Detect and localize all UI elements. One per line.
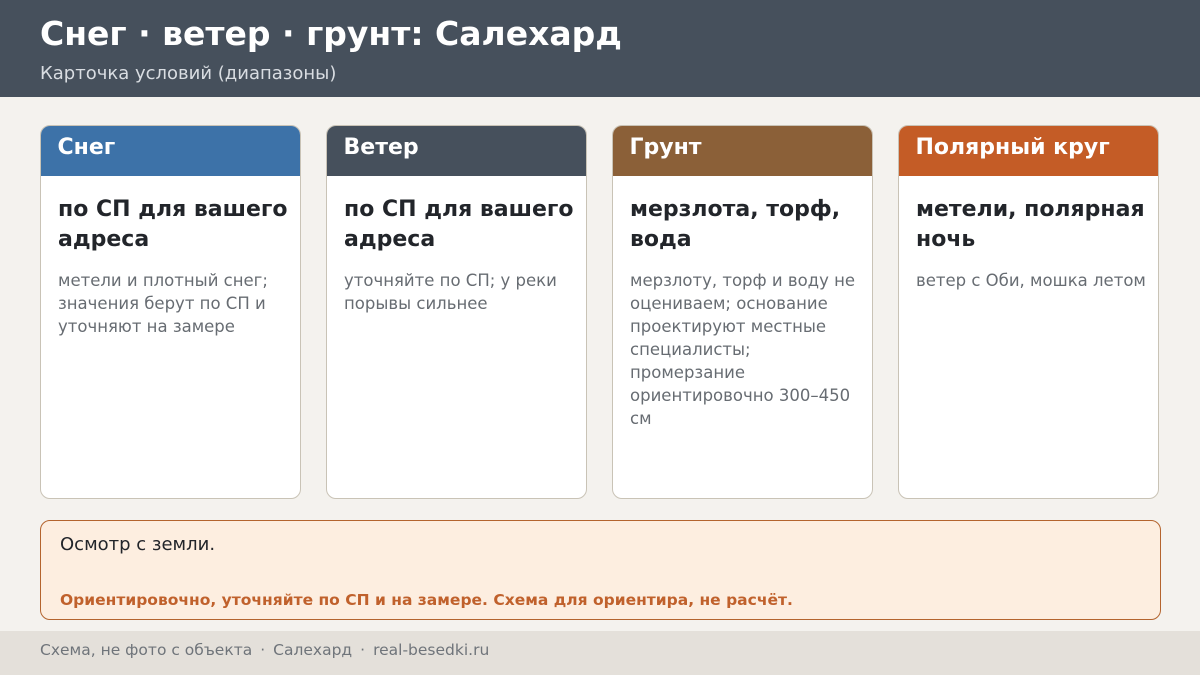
footer-separator: ·	[360, 641, 366, 659]
card-heading: Ветер	[327, 126, 586, 176]
card-polar-circle: Полярный круг метели, полярная ночь вете…	[898, 125, 1159, 499]
page-title: Снег · ветер · грунт: Салехард	[40, 14, 622, 53]
card-value: по СП для вашего адреса	[344, 197, 574, 252]
notice-warning: Ориентировочно, уточняйте по СП и на зам…	[60, 591, 793, 609]
notice-box: Осмотр с земли. Ориентировочно, уточняйт…	[40, 520, 1161, 620]
card-heading: Полярный круг	[899, 126, 1158, 176]
card-note: ветер с Оби, мошка летом	[916, 271, 1146, 290]
card-wind: Ветер по СП для вашего адреса уточняйте …	[326, 125, 587, 499]
footer-separator: ·	[260, 641, 266, 659]
card-value: по СП для вашего адреса	[58, 197, 288, 252]
page-subtitle: Карточка условий (диапазоны)	[40, 63, 337, 84]
footer-bar: Схема, не фото с объекта · Салехард · real-b…	[0, 631, 1200, 675]
card-value: метели, полярная ночь	[916, 197, 1145, 252]
footer-text: Схема, не фото с объекта · Салехард · real-b…	[40, 641, 489, 659]
footer-item-caption: Схема, не фото с объекта	[40, 641, 253, 659]
card-snow: Снег по СП для вашего адреса метели и пл…	[40, 125, 301, 499]
notice-text: Осмотр с земли.	[60, 534, 216, 555]
footer-item-site[interactable]: real-besedki.ru	[373, 641, 489, 659]
card-note: метели и плотный снег; значения берут по…	[58, 271, 268, 336]
footer-item-city: Салехард	[273, 641, 353, 659]
card-value: мерзлота, торф, вода	[630, 197, 841, 252]
card-soil: Грунт мерзлота, торф, вода мерзлоту, тор…	[612, 125, 873, 499]
card-heading: Снег	[41, 126, 300, 176]
header-bar: Снег · ветер · грунт: Салехард Карточка …	[0, 0, 1200, 97]
card-note: уточняйте по СП; у реки порывы сильнее	[344, 271, 557, 313]
card-heading: Грунт	[613, 126, 872, 176]
card-note: мерзлоту, торф и воду не оцениваем; осно…	[630, 271, 856, 428]
